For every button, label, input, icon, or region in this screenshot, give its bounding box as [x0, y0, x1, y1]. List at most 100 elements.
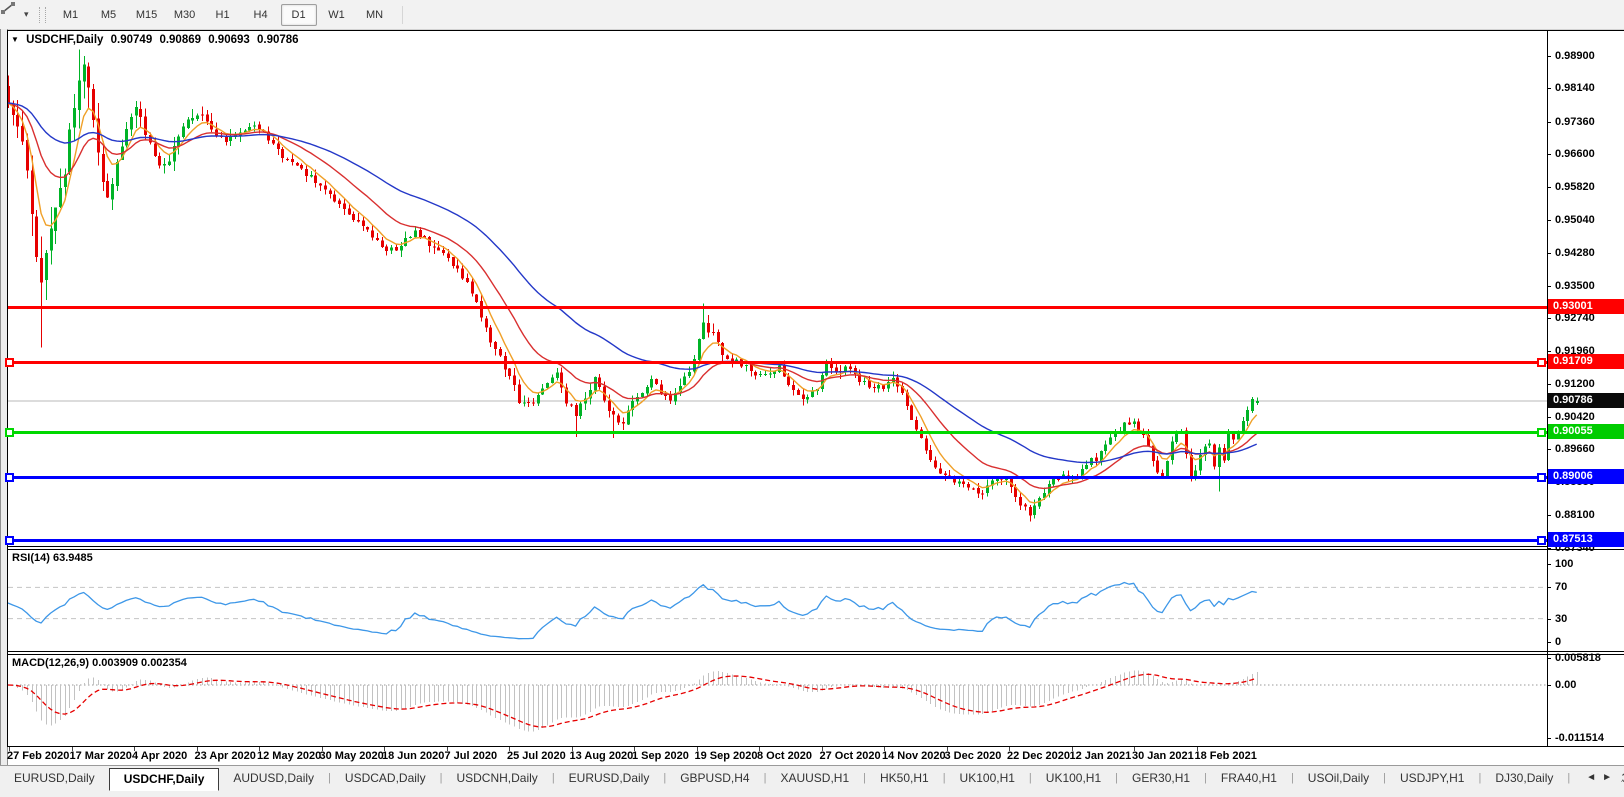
chart-tab-fra40-h1[interactable]: FRA40,H1 [1207, 768, 1291, 789]
horizontal-level-line[interactable] [8, 306, 1547, 309]
axis-tick [1547, 253, 1551, 254]
horizontal-level-line[interactable] [8, 476, 1547, 479]
axis-tick-label: 0.95820 [1555, 181, 1595, 193]
axis-tick-label: 0.91200 [1555, 378, 1595, 390]
chart-tab-usdcad-daily[interactable]: USDCAD,Daily [331, 768, 440, 789]
timeframe-button-h1[interactable]: H1 [205, 4, 241, 26]
axis-tick [1547, 187, 1551, 188]
price-level-chip: 0.93001 [1548, 299, 1624, 314]
chart-tab-uk100-h1[interactable]: UK100,H1 [1032, 768, 1115, 789]
chart-tab-eurusd-daily[interactable]: EURUSD,Daily [555, 768, 664, 789]
axis-tick [1547, 220, 1551, 221]
horizontal-level-line[interactable] [8, 361, 1547, 364]
date-label: 14 Nov 2020 [882, 750, 946, 762]
axis-tick-label: 30 [1555, 613, 1568, 625]
date-label: 13 Aug 2020 [569, 750, 634, 762]
axis-tick [1547, 154, 1551, 155]
date-label: 19 Sep 2020 [694, 750, 758, 762]
axis-tick [1547, 417, 1551, 418]
timeframe-button-m1[interactable]: M1 [53, 4, 89, 26]
date-label: 12 Jan 2021 [1069, 750, 1132, 762]
axis-tick [1547, 384, 1551, 385]
date-label: 27 Oct 2020 [819, 750, 881, 762]
line-handle-left[interactable] [5, 358, 14, 367]
chart-tab-xauusd-h1[interactable]: XAUUSD,H1 [766, 768, 863, 789]
price-level-chip: 0.87513 [1548, 532, 1624, 547]
axis-tick [1547, 449, 1551, 450]
toolbar-grip[interactable] [38, 6, 46, 23]
rsi-label: RSI(14) 63.9485 [12, 552, 93, 564]
toolbar-separator [401, 5, 403, 24]
line-handle-left[interactable] [5, 536, 14, 545]
macd-splitter-top[interactable] [7, 651, 1624, 652]
line-handle-right[interactable] [1537, 536, 1546, 545]
line-studies-icon[interactable] [1, 2, 24, 24]
date-label: 7 Jul 2020 [444, 750, 498, 762]
axis-tick-label: 0.00 [1555, 679, 1577, 691]
timeframe-button-mn[interactable]: MN [357, 4, 393, 26]
main-chart-canvas[interactable] [8, 31, 1547, 546]
chart-symbol: USDCHF,Daily [26, 34, 104, 46]
axis-tick [1547, 619, 1551, 620]
date-label: 27 Feb 2020 [7, 750, 70, 762]
chart-tab-dj30-daily[interactable]: DJ30,Daily [1481, 768, 1567, 789]
axis-tick-label: 0.88100 [1555, 509, 1595, 521]
axis-tick [1547, 515, 1551, 516]
chart-tab-usdchf-daily[interactable]: USDCHF,Daily [108, 768, 220, 791]
axis-tick [1547, 587, 1551, 588]
current-price-chip: 0.90786 [1548, 393, 1624, 408]
horizontal-level-line[interactable] [8, 539, 1547, 542]
axis-tick [1547, 685, 1551, 686]
price-level-chip: 0.91709 [1548, 354, 1624, 369]
date-label: 17 Mar 2020 [69, 750, 132, 762]
rsi-splitter-top[interactable] [7, 546, 1624, 547]
axis-tick [1547, 351, 1551, 352]
rsi-plot [8, 581, 1547, 640]
timeframe-button-h4[interactable]: H4 [243, 4, 279, 26]
axis-tick-label: 0.90420 [1555, 411, 1595, 423]
chart-tab-usoil-daily[interactable]: USOil,Daily [1294, 768, 1383, 789]
chart-tab-uk100-h1[interactable]: UK100,H1 [946, 768, 1029, 789]
chart-tab-hk50-h1[interactable]: HK50,H1 [866, 768, 943, 789]
chevron-down-icon[interactable]: ▾ [24, 9, 29, 20]
axis-tick [1547, 548, 1551, 549]
macd-pane[interactable] [8, 655, 1547, 746]
price-scale-border [1547, 30, 1548, 747]
line-handle-right[interactable] [1537, 428, 1546, 437]
candlestick-plot [8, 49, 1547, 522]
axis-tick-label: 70 [1555, 581, 1568, 593]
line-handle-right[interactable] [1537, 473, 1546, 482]
chart-tab-eurusd-daily[interactable]: EURUSD,Daily [0, 768, 109, 789]
chart-tab-ger30-h1[interactable]: GER30,H1 [1118, 768, 1204, 789]
timeframe-button-d1[interactable]: D1 [280, 3, 317, 26]
tab-scroll-right-icon[interactable]: ► [1602, 772, 1618, 783]
line-handle-left[interactable] [5, 473, 14, 482]
axis-tick [1547, 642, 1551, 643]
chart-tab-gbpusd-h4[interactable]: GBPUSD,H4 [666, 768, 763, 789]
date-label: 30 May 2020 [319, 750, 384, 762]
tab-scroll-left-icon[interactable]: ◄ [1586, 772, 1602, 783]
axis-tick-label: -0.011514 [1555, 732, 1604, 744]
chart-tab-usdcnh-daily[interactable]: USDCNH,Daily [442, 768, 551, 789]
chart-collapse-icon[interactable]: ▼ [11, 35, 19, 44]
chart-tab-audusd-daily[interactable]: AUDUSD,Daily [219, 768, 328, 789]
line-handle-right[interactable] [1537, 358, 1546, 367]
axis-tick [1547, 286, 1551, 287]
ohlc-close: 0.90786 [257, 34, 299, 46]
timeframe-button-m5[interactable]: M5 [91, 4, 127, 26]
ohlc-low: 0.90693 [208, 34, 250, 46]
chart-tab-usdjpy-h1[interactable]: USDJPY,H1 [1386, 768, 1478, 789]
timeframe-button-m30[interactable]: M30 [167, 4, 203, 26]
axis-tick [1547, 88, 1551, 89]
line-handle-left[interactable] [5, 428, 14, 437]
date-label: 23 Apr 2020 [194, 750, 256, 762]
timeframe-button-w1[interactable]: W1 [319, 4, 355, 26]
timeframe-button-m15[interactable]: M15 [129, 4, 165, 26]
horizontal-level-line[interactable] [8, 431, 1547, 434]
date-label: 25 Jul 2020 [507, 750, 566, 762]
rsi-pane[interactable] [8, 550, 1547, 651]
axis-tick-label: 0.96600 [1555, 148, 1595, 160]
axis-tick [1547, 658, 1551, 659]
axis-tick [1547, 564, 1551, 565]
date-label: 12 May 2020 [257, 750, 322, 762]
